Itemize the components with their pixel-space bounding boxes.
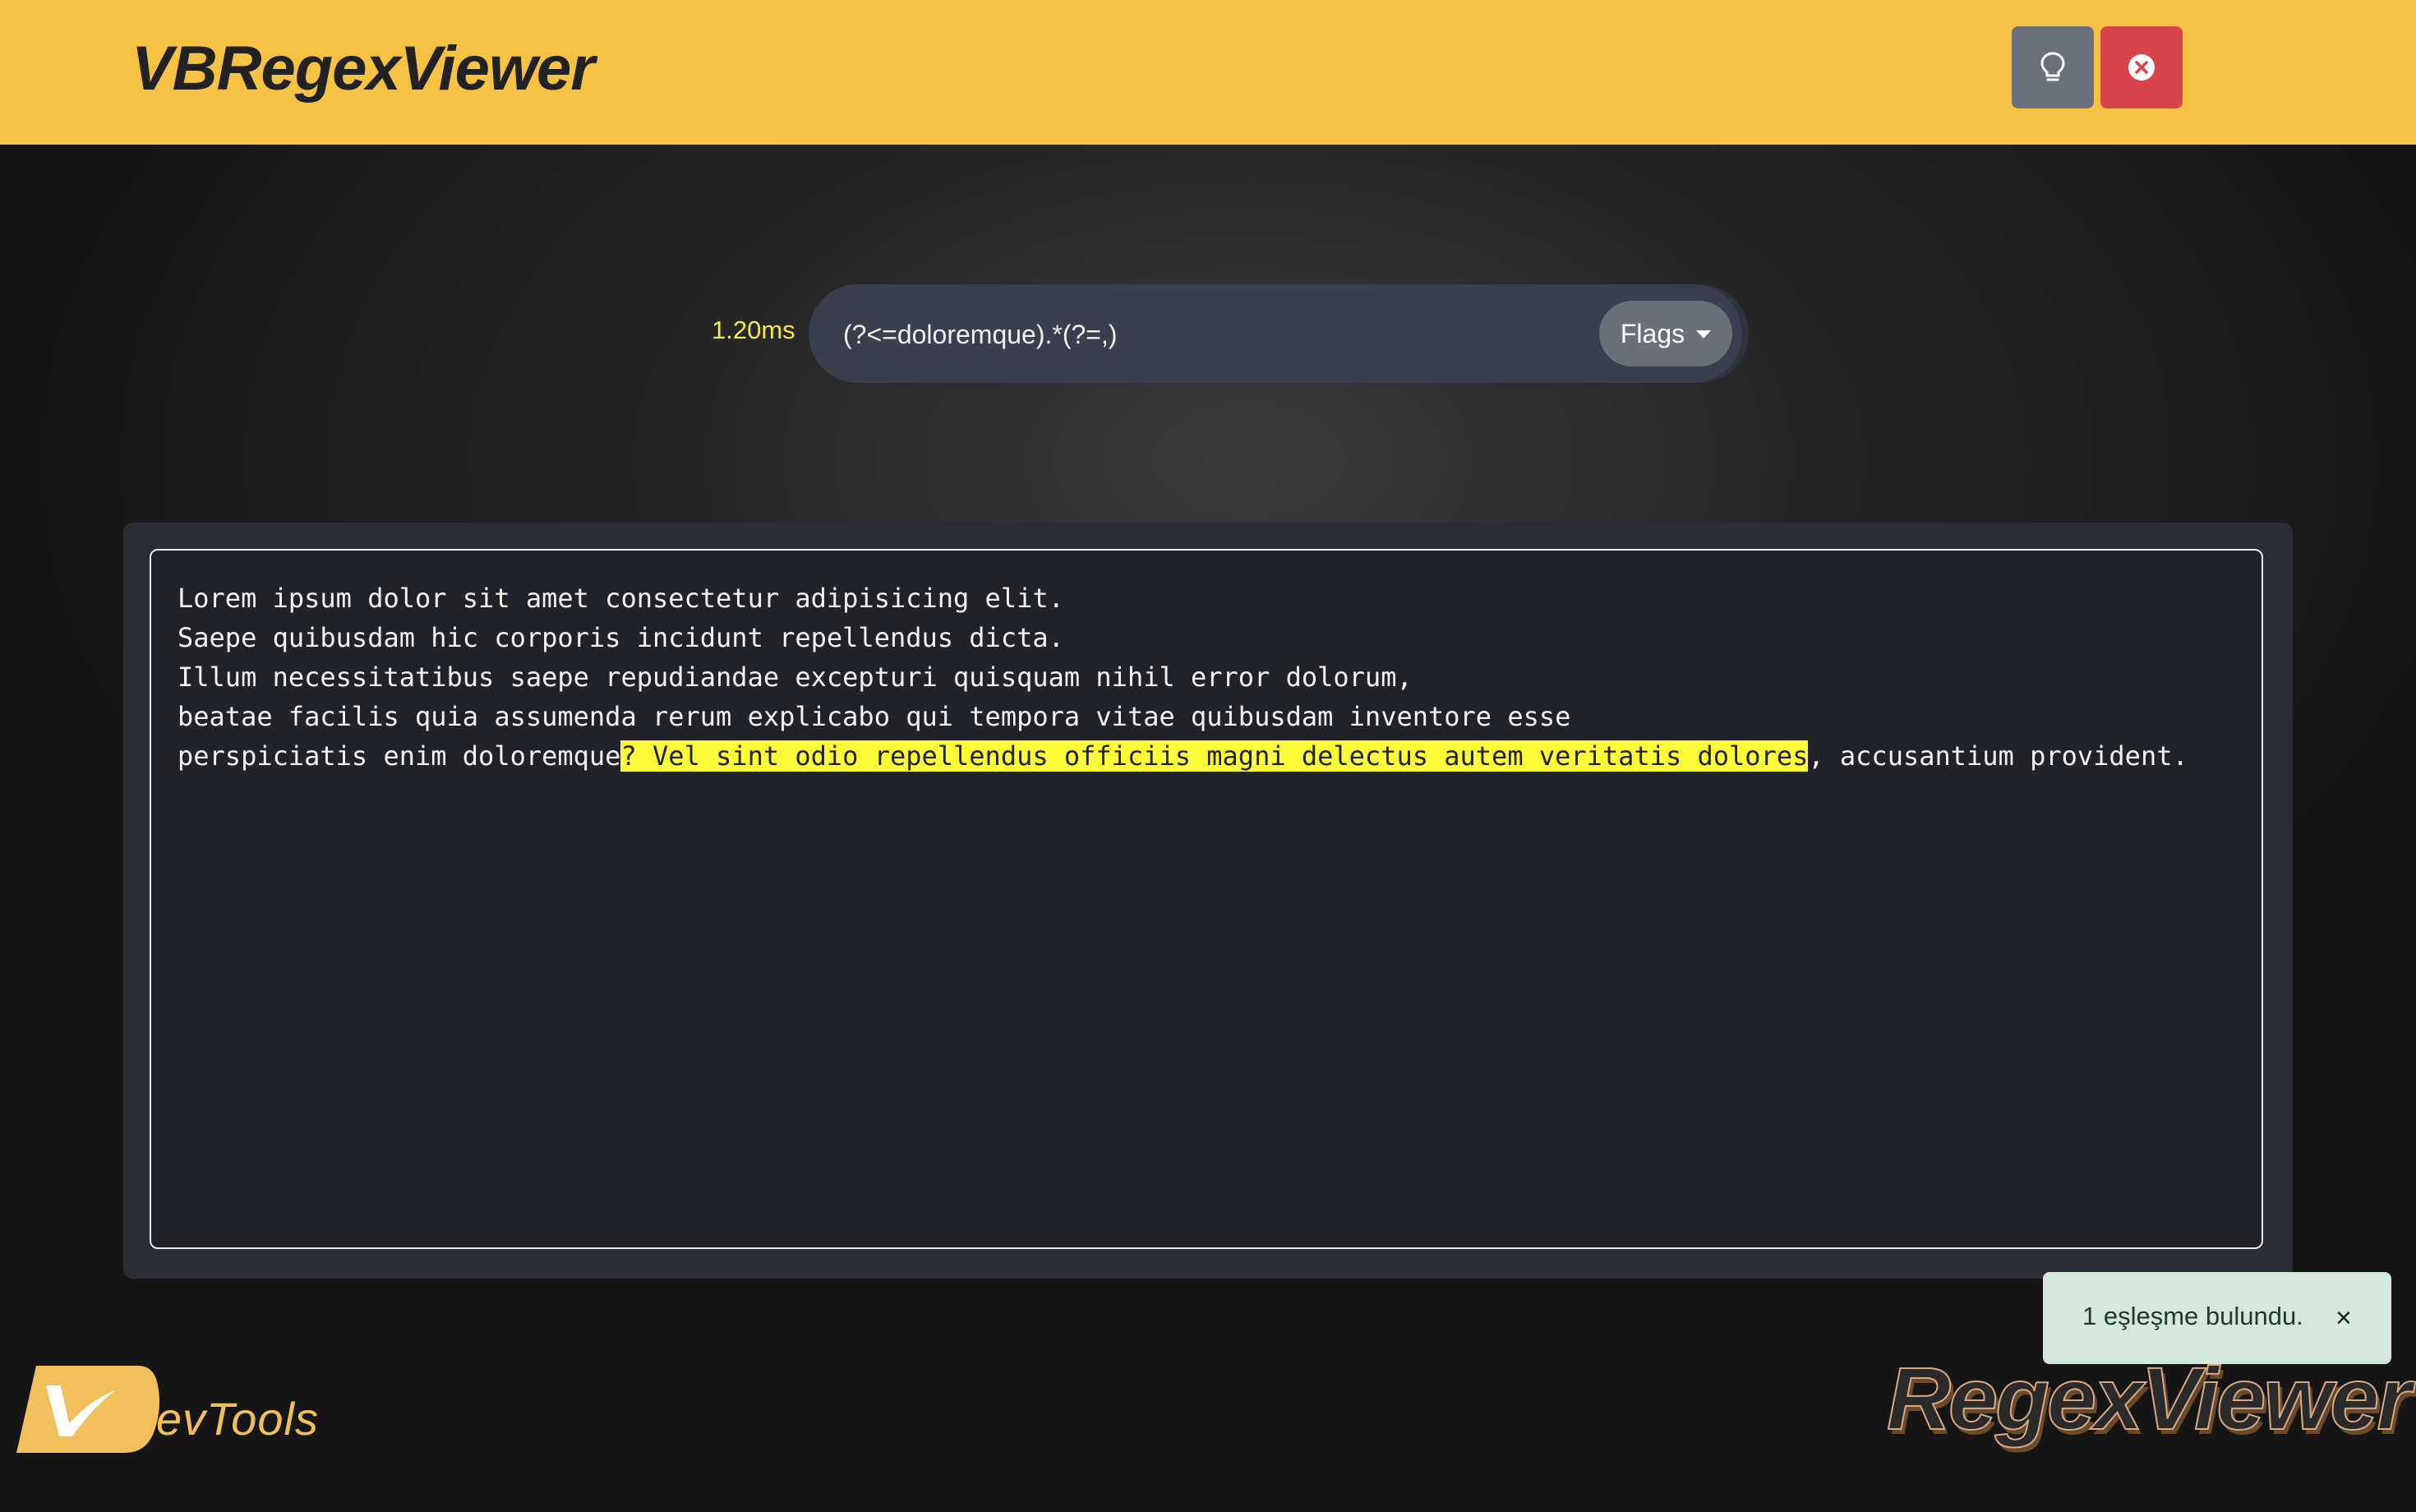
toast-message: 1 eşleşme bulundu. (2082, 1302, 2303, 1330)
flags-dropdown-button[interactable]: Flags (1599, 301, 1732, 366)
execution-time: 1.20ms (712, 316, 795, 344)
toast-close-button[interactable]: × (2335, 1302, 2352, 1335)
regex-input[interactable] (841, 309, 1584, 360)
hint-button[interactable] (2012, 26, 2094, 108)
regex-bar: Flags (809, 284, 1749, 383)
regexviewer-brand-logo: RegexViewer (1886, 1348, 2412, 1449)
flags-label: Flags (1620, 318, 1685, 348)
text-line: Saepe quibusdam hic corporis incidunt re… (178, 622, 1064, 653)
text-line: beatae facilis quia assumenda rerum expl… (178, 701, 1571, 732)
regex-input-wrapper: Flags (809, 284, 1742, 383)
app-title: VBRegexViewer (131, 34, 595, 104)
devtools-logo-text: evTools (156, 1393, 319, 1445)
close-button[interactable] (2100, 26, 2183, 108)
text-line: Lorem ipsum dolor sit amet consectetur a… (178, 583, 1064, 614)
text-segment: , accusantium provident. (1808, 740, 2188, 772)
close-circle-icon (2128, 54, 2155, 81)
lightbulb-icon (2040, 52, 2065, 81)
editor-panel: Lorem ipsum dolor sit amet consectetur a… (123, 523, 2293, 1279)
caret-down-icon (1696, 330, 1712, 339)
app-header: VBRegexViewer (0, 0, 2416, 145)
text-line: perspiciatis enim doloremque? Vel sint o… (178, 736, 2245, 776)
text-segment: perspiciatis enim doloremque (178, 740, 621, 772)
match-highlight: ? Vel sint odio repellendus officiis mag… (620, 740, 1809, 772)
editor-content[interactable]: Lorem ipsum dolor sit amet consectetur a… (178, 579, 2245, 776)
test-text-editor[interactable]: Lorem ipsum dolor sit amet consectetur a… (150, 549, 2263, 1249)
text-line: Illum necessitatibus saepe repudiandae e… (178, 662, 1413, 693)
